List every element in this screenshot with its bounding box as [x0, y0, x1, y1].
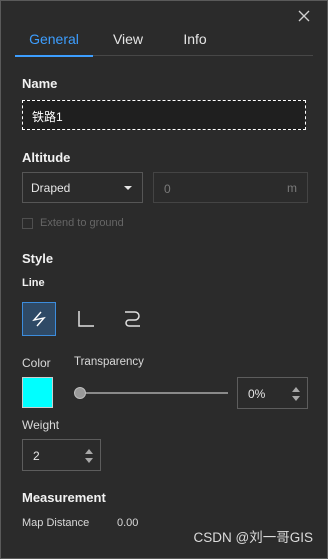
curve-line-button[interactable] — [115, 302, 149, 336]
map-distance-value: 0.00 — [117, 517, 139, 529]
weight-label: Weight — [22, 418, 60, 432]
watermark: CSDN @刘一哥GIS — [193, 530, 313, 545]
tab-view[interactable]: View — [93, 29, 163, 55]
altitude-heading: Altitude — [22, 150, 71, 165]
tab-info[interactable]: Info — [163, 29, 227, 55]
weight-spinner[interactable]: 2 — [22, 439, 101, 471]
style-heading: Style — [22, 251, 54, 266]
transparency-slider-track[interactable] — [76, 392, 228, 394]
extend-to-ground-checkbox[interactable] — [22, 217, 33, 229]
altitude-unit: m — [287, 181, 297, 195]
straight-line-button[interactable] — [22, 302, 56, 336]
color-label: Color — [22, 356, 51, 370]
right-angle-line-icon — [78, 311, 94, 327]
transparency-label: Transparency — [74, 356, 144, 368]
extend-to-ground-label: Extend to ground — [40, 217, 124, 229]
name-input[interactable]: 铁路1 — [22, 100, 306, 130]
weight-value: 2 — [33, 449, 40, 463]
straight-line-icon — [32, 311, 46, 327]
increment-icon[interactable] — [85, 449, 93, 454]
decrement-icon[interactable] — [85, 458, 93, 463]
altitude-offset-input[interactable]: 0 m — [153, 172, 308, 203]
altitude-mode-value: Draped — [31, 181, 71, 195]
tab-bar: General View Info — [15, 29, 313, 57]
measurement-heading: Measurement — [22, 490, 106, 505]
transparency-value: 0% — [248, 387, 266, 401]
line-label: Line — [22, 277, 45, 289]
properties-panel: General View Info Name 铁路1 Altitude Drap… — [0, 0, 328, 559]
close-icon[interactable] — [297, 9, 311, 23]
curve-line-icon — [125, 311, 140, 327]
altitude-mode-select[interactable]: Draped — [22, 172, 143, 203]
increment-icon[interactable] — [292, 387, 300, 392]
tab-general[interactable]: General — [15, 29, 93, 57]
chevron-down-icon — [124, 186, 132, 190]
extend-to-ground-row: Extend to ground — [22, 215, 124, 231]
name-heading: Name — [22, 76, 58, 91]
map-distance-label: Map Distance — [22, 517, 90, 529]
transparency-spinner[interactable]: 0% — [237, 377, 308, 409]
right-angle-line-button[interactable] — [69, 302, 103, 336]
decrement-icon[interactable] — [292, 396, 300, 401]
color-swatch[interactable] — [22, 377, 53, 408]
altitude-offset-value: 0 — [164, 182, 171, 196]
transparency-slider-thumb[interactable] — [74, 387, 86, 399]
